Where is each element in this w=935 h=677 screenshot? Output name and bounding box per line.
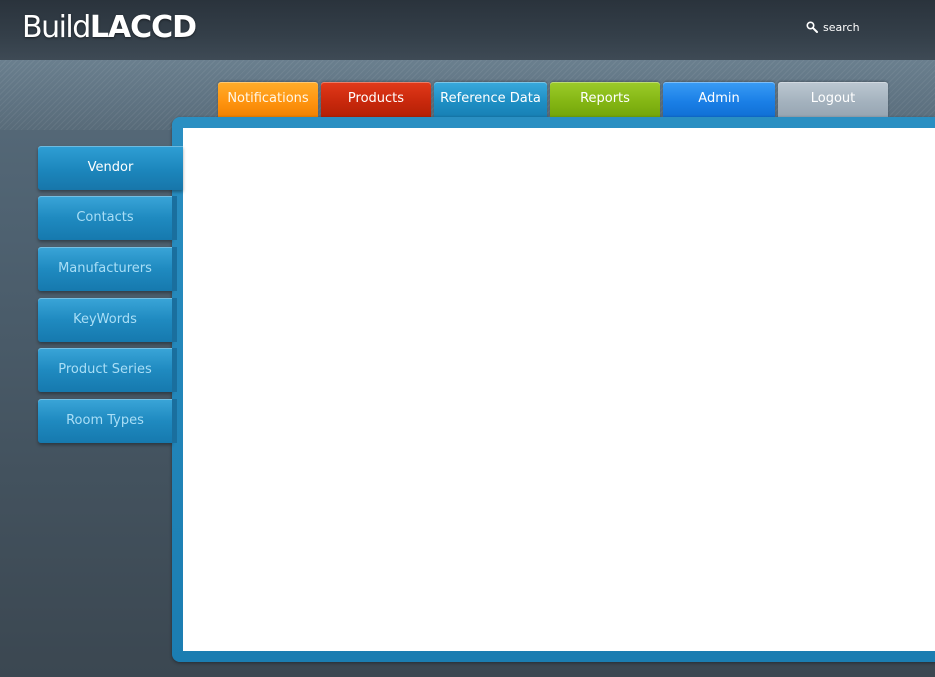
sidebar-item-product-series[interactable]: Product Series [38,348,177,392]
sidebar-item-manufacturers[interactable]: Manufacturers [38,247,177,291]
sidebar-item-label: Contacts [76,210,134,225]
content-panel [183,128,935,651]
tab-products[interactable]: Products [321,82,431,118]
sidebar-item-edge [172,247,177,291]
sidebar-item-room-types[interactable]: Room Types [38,399,177,443]
sidebar-item-edge [172,298,177,342]
search-icon [806,21,818,33]
sidebar-item-label: Product Series [58,362,152,377]
tab-notifications[interactable]: Notifications [218,82,318,118]
sidebar-item-keywords[interactable]: KeyWords [38,298,177,342]
sidebar-item-vendor[interactable]: Vendor [38,146,183,190]
app-logo[interactable]: BuildLACCD [22,10,197,46]
tab-admin[interactable]: Admin [663,82,775,118]
sidebar-item-label: Vendor [87,160,134,175]
search-link[interactable]: search [806,18,860,36]
sidebar-item-label: KeyWords [73,312,137,327]
search-label: search [823,20,860,34]
tab-reference-data[interactable]: Reference Data [434,82,547,118]
sidebar-item-label: Room Types [66,413,144,428]
sidebar-item-label: Manufacturers [58,261,152,276]
sidebar-item-edge [172,196,177,240]
logo-bold-text: LACCD [89,10,197,45]
tab-reports[interactable]: Reports [550,82,660,118]
sidebar-item-edge [172,348,177,392]
logo-light-text: Build [22,10,91,45]
sidebar-item-contacts[interactable]: Contacts [38,196,177,240]
sidebar-item-edge [172,399,177,443]
tab-logout[interactable]: Logout [778,82,888,118]
